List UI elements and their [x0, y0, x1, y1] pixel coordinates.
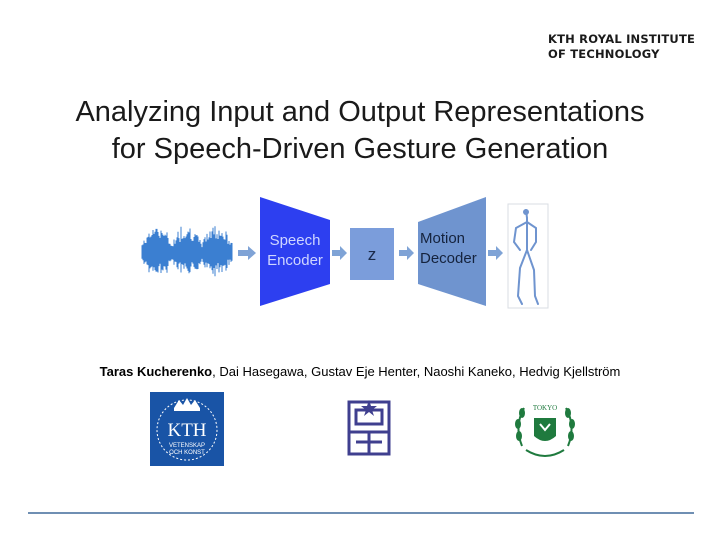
- decoder-label-line-1: Motion: [420, 230, 465, 247]
- audio-waveform: [141, 226, 233, 277]
- arrow-decoder-to-pose: [488, 246, 503, 260]
- university-emblem-logo: [347, 400, 391, 456]
- footer-divider: [28, 512, 694, 514]
- encoder-label-line-2: Encoder: [267, 252, 323, 269]
- arrow-waveform-to-encoder: [238, 246, 256, 260]
- co-authors: , Dai Hasegawa, Gustav Eje Henter, Naosh…: [212, 364, 621, 379]
- pose-stick-figure: [507, 203, 549, 309]
- kth-logo-sub-1: VETENSKAP: [169, 443, 205, 449]
- author-list: Taras Kucherenko, Dai Hasegawa, Gustav E…: [20, 364, 700, 379]
- tokyo-logo-text: TOKYO: [533, 404, 557, 412]
- latent-z-label: z: [368, 245, 377, 264]
- kth-logo-sub-2: OCH KONST: [169, 450, 205, 456]
- encoder-label-line-1: Speech: [270, 232, 321, 249]
- kth-logo: KTH VETENSKAP OCH KONST: [150, 392, 224, 466]
- decoder-label-line-2: Decoder: [420, 250, 477, 267]
- tokyo-university-logo: TOKYO: [515, 404, 575, 457]
- slide: KTH ROYAL INSTITUTE OF TECHNOLOGY Analyz…: [0, 0, 720, 540]
- lead-author: Taras Kucherenko: [99, 364, 213, 379]
- kth-logo-text: KTH: [167, 420, 206, 441]
- arrow-latent-to-decoder: [399, 246, 414, 260]
- arrow-encoder-to-latent: [332, 246, 347, 260]
